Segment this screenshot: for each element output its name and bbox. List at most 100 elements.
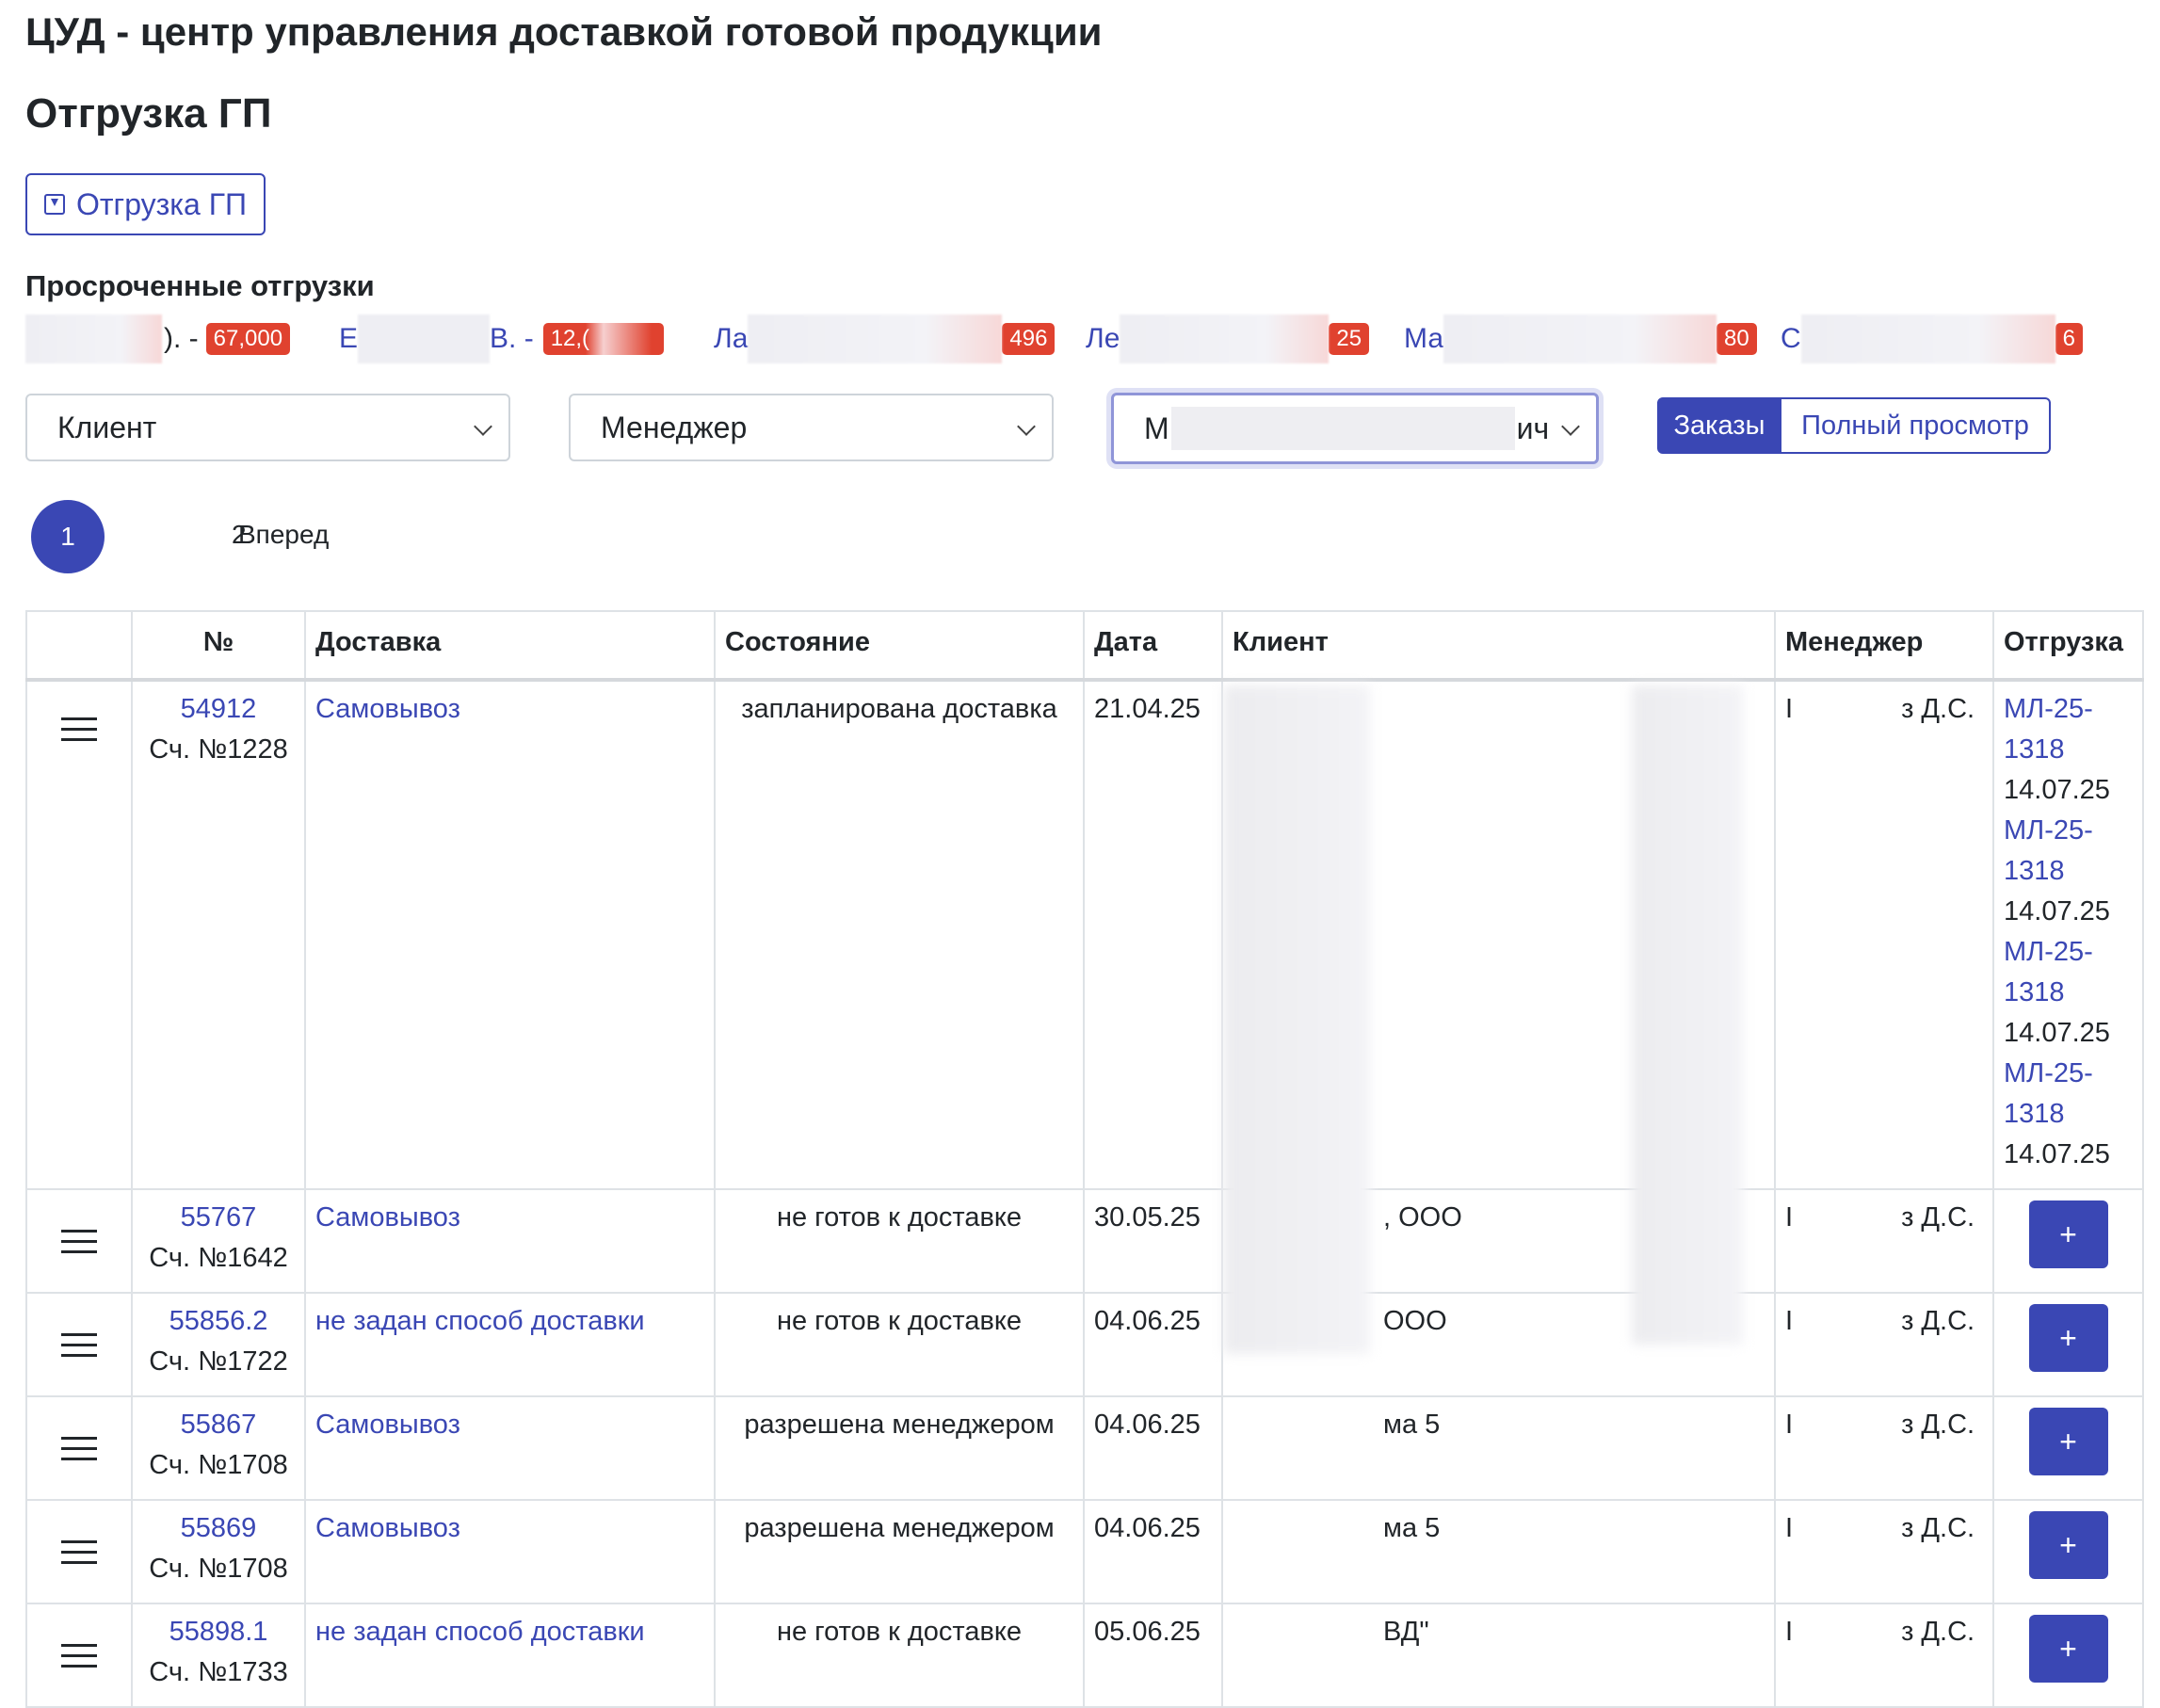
shipment-link[interactable]: МЛ-25-1318 <box>2004 937 2093 1007</box>
invoice-number: Сч. №1708 <box>149 1554 288 1584</box>
row-menu-handle[interactable] <box>25 1499 133 1604</box>
shipment-link[interactable]: МЛ-25-1318 <box>2004 1058 2093 1129</box>
manager-select[interactable]: Менеджер <box>569 394 1054 461</box>
delivery-method-link[interactable]: не задан способ доставки <box>315 1306 645 1336</box>
view-toggle: Заказы Полный просмотр <box>1657 397 2051 454</box>
row-menu-handle[interactable] <box>25 1603 133 1708</box>
client-select[interactable]: Клиент <box>25 394 510 461</box>
manager-initial: I <box>1785 1306 1794 1336</box>
overdue-item[interactable]: Ле 25 <box>1086 314 1370 363</box>
manager-suffix: з Д.С. <box>1901 1306 1975 1336</box>
invoice-number: Сч. №1228 <box>149 734 288 765</box>
manager-select-value: Менеджер <box>601 410 748 444</box>
overdue-badge: 25 <box>1329 323 1370 355</box>
shipment-link[interactable]: МЛ-25-1318 <box>2004 815 2093 886</box>
invoice-number: Сч. №1733 <box>149 1657 288 1687</box>
manager-initial: I <box>1785 1410 1794 1440</box>
delivery-method-link[interactable]: Самовывоз <box>315 1202 460 1233</box>
order-date: 04.06.25 <box>1083 1499 1223 1604</box>
column-header-manager[interactable]: Менеджер <box>1774 610 1994 681</box>
order-number-link[interactable]: 54912 <box>181 694 257 724</box>
menu-icon <box>61 1643 97 1668</box>
next-page-button[interactable]: Вперед <box>238 520 351 550</box>
column-header-date[interactable]: Дата <box>1083 610 1223 681</box>
manager-initial: I <box>1785 1202 1794 1233</box>
redacted-name <box>748 314 1003 363</box>
redacted-name <box>1170 407 1515 450</box>
invoice-number: Сч. №1722 <box>149 1346 288 1377</box>
responsible-select[interactable]: М ич <box>1111 393 1599 464</box>
redacted-name <box>358 314 491 363</box>
order-state: разрешена менеджером <box>714 1395 1085 1501</box>
column-header-shipment[interactable]: Отгрузка <box>1992 610 2144 681</box>
shipment-date: 14.07.25 <box>2004 1018 2110 1048</box>
client-name: ма 5 <box>1221 1395 1776 1501</box>
delivery-method-link[interactable]: Самовывоз <box>315 1410 460 1440</box>
overdue-item[interactable]: Ла 496 <box>714 314 1056 363</box>
manager-suffix: з Д.С. <box>1901 694 1975 724</box>
overdue-item[interactable]: Ма 80 <box>1404 314 1757 363</box>
tab-orders[interactable]: Заказы <box>1657 397 1781 454</box>
order-number-link[interactable]: 55898.1 <box>169 1617 268 1647</box>
manager-name: Iз Д.С. <box>1774 1292 1994 1397</box>
shipment-link[interactable]: МЛ-25-1318 <box>2004 694 2093 765</box>
overdue-item-name: С <box>1781 323 1801 354</box>
column-header-delivery[interactable]: Доставка <box>304 610 716 681</box>
manager-suffix: з Д.С. <box>1901 1513 1975 1543</box>
shipment-date: 14.07.25 <box>2004 1139 2110 1169</box>
add-shipment-button[interactable]: + <box>2028 1511 2108 1579</box>
shipment-cell: + <box>1992 1603 2144 1708</box>
orders-table: № Доставка Состояние Дата Клиент Менедже… <box>25 610 2144 1708</box>
order-number-link[interactable]: 55867 <box>181 1410 257 1440</box>
add-shipment-button[interactable]: + <box>2028 1200 2108 1268</box>
overdue-item-name-suffix: В. - <box>490 323 534 354</box>
menu-icon <box>61 1332 97 1357</box>
overdue-badge: 12,( <box>542 323 664 355</box>
delivery-method-link[interactable]: Самовывоз <box>315 694 460 724</box>
manager-initial: I <box>1785 694 1794 724</box>
page-1-button[interactable]: 1 <box>31 500 105 573</box>
tab-full-view[interactable]: Полный просмотр <box>1781 397 2051 454</box>
client-name: ма 5 <box>1221 1499 1776 1604</box>
manager-initial: I <box>1785 1513 1794 1543</box>
shipment-cell: + <box>1992 1188 2144 1294</box>
manager-suffix: з Д.С. <box>1901 1202 1975 1233</box>
column-header-state[interactable]: Состояние <box>714 610 1085 681</box>
column-header-client[interactable]: Клиент <box>1221 610 1776 681</box>
order-number-link[interactable]: 55856.2 <box>169 1306 268 1336</box>
shipment-date: 14.07.25 <box>2004 896 2110 927</box>
row-menu-handle[interactable] <box>25 1395 133 1501</box>
order-state: не готов к доставке <box>714 1188 1085 1294</box>
add-shipment-button[interactable]: + <box>2028 1408 2108 1475</box>
manager-name: Iз Д.С. <box>1774 1188 1994 1294</box>
add-shipment-button[interactable]: + <box>2028 1304 2108 1372</box>
order-number-link[interactable]: 55869 <box>181 1513 257 1543</box>
order-number-link[interactable]: 55767 <box>181 1202 257 1233</box>
chevron-down-icon <box>474 417 492 436</box>
row-menu-handle[interactable] <box>25 1292 133 1397</box>
row-menu-handle[interactable] <box>25 679 133 1190</box>
manager-name: Iз Д.С. <box>1774 1395 1994 1501</box>
shipment-cell: + <box>1992 1499 2144 1604</box>
overdue-badge: 6 <box>2055 323 2084 355</box>
download-icon <box>43 194 65 215</box>
overdue-item[interactable]: ). - 67,000 <box>25 314 291 363</box>
column-header-number[interactable]: № <box>131 610 306 681</box>
shipment-button-label: Отгрузка ГП <box>75 186 248 221</box>
responsible-select-suffix: ич <box>1516 411 1550 445</box>
overdue-item[interactable]: Е В. - 12,( <box>339 314 664 363</box>
manager-initial: I <box>1785 1617 1794 1647</box>
overdue-badge: 496 <box>1002 323 1056 355</box>
overdue-item-name: ). - <box>164 323 199 354</box>
overdue-item[interactable]: С 6 <box>1781 314 2084 363</box>
add-shipment-button[interactable]: + <box>2028 1615 2108 1683</box>
invoice-number: Сч. №1708 <box>149 1450 288 1480</box>
delivery-method-link[interactable]: не задан способ доставки <box>315 1617 645 1647</box>
row-menu-handle[interactable] <box>25 1188 133 1294</box>
order-date: 04.06.25 <box>1083 1292 1223 1397</box>
table-row: 55856.2 Сч. №1722 не задан способ доставк… <box>25 1292 2144 1397</box>
shipment-button[interactable]: Отгрузка ГП <box>25 173 266 235</box>
delivery-method-link[interactable]: Самовывоз <box>315 1513 460 1543</box>
overdue-item-name: Ма <box>1404 323 1444 354</box>
shipment-date: 14.07.25 <box>2004 775 2110 805</box>
